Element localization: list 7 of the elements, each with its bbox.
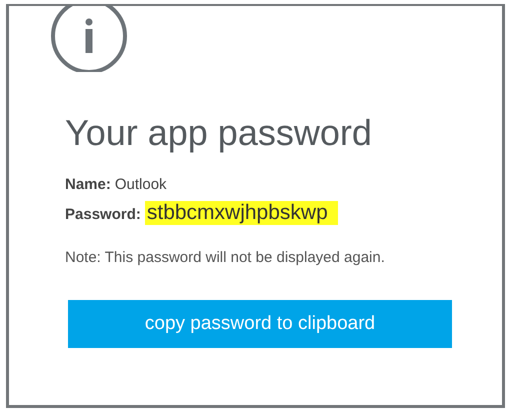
note-text: Note: This password will not be displayed again.	[65, 249, 385, 266]
password-label: Password:	[65, 206, 141, 223]
password-value: stbbcmxwjhpbskwp	[144, 201, 338, 225]
copy-button[interactable]: copy password to clipboard	[68, 300, 452, 348]
dialog-title: Your app password	[65, 112, 372, 154]
name-value: Outlook	[114, 176, 167, 193]
name-label: Name:	[65, 176, 111, 193]
